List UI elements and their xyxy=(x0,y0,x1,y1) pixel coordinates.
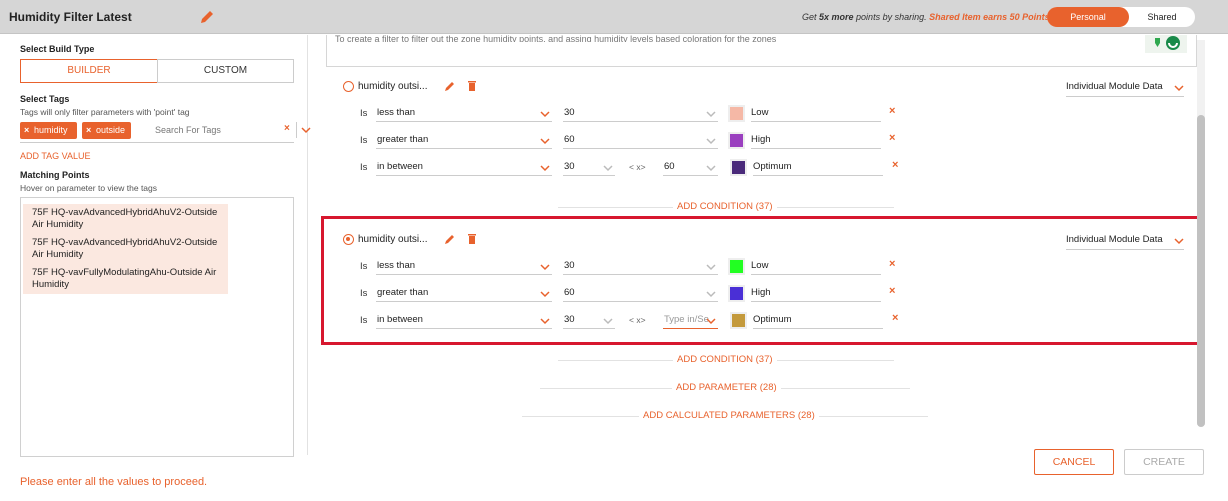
value-text: 30 xyxy=(564,161,575,172)
add-condition-link[interactable]: ADD CONDITION (37) xyxy=(673,354,777,365)
value-text: 60 xyxy=(664,161,675,172)
share-promo-text: Get 5x more points by sharing. Shared It… xyxy=(802,12,1052,22)
tag-search-input[interactable]: Search For Tags xyxy=(155,125,221,135)
tag-chip-humidity[interactable]: × humidity xyxy=(20,122,77,139)
value-text: 60 xyxy=(564,134,575,145)
toggle-shared[interactable]: Shared xyxy=(1129,7,1195,27)
pencil-icon[interactable] xyxy=(444,80,456,92)
group-name: humidity outsi... xyxy=(358,81,428,92)
add-calculated-parameters-link[interactable]: ADD CALCULATED PARAMETERS (28) xyxy=(639,410,819,421)
color-label-input[interactable]: High xyxy=(751,131,881,149)
chevron-down-icon xyxy=(603,165,613,172)
color-swatch[interactable] xyxy=(728,105,745,122)
divider xyxy=(296,122,297,138)
close-icon[interactable]: × xyxy=(24,122,29,139)
chevron-down-icon[interactable] xyxy=(301,125,311,135)
list-item[interactable]: 75F HQ-vavAdvancedHybridAhuV2-Outside Ai… xyxy=(23,204,228,234)
operator-value: greater than xyxy=(377,134,429,145)
select-tags-label: Select Tags xyxy=(20,94,70,104)
share-middle: points by sharing. xyxy=(853,12,930,22)
chevron-down-icon xyxy=(706,138,716,145)
operator-select[interactable]: greater than xyxy=(376,131,552,149)
matching-points-list: 75F HQ-vavAdvancedHybridAhuV2-Outside Ai… xyxy=(20,197,294,457)
scrollbar-thumb[interactable] xyxy=(1197,115,1205,427)
module-select-value: Individual Module Data xyxy=(1066,81,1163,92)
operator-value: in between xyxy=(377,161,423,172)
tag-chip-label: humidity xyxy=(34,125,68,135)
color-label-input[interactable]: Optimum xyxy=(753,158,883,176)
tag-chip-outside[interactable]: × outside xyxy=(82,122,131,139)
remove-condition-icon[interactable]: × xyxy=(889,105,895,117)
points-list: 75F HQ-vavAdvancedHybridAhuV2-Outside Ai… xyxy=(23,204,228,294)
trash-icon[interactable] xyxy=(467,80,477,92)
toggle-personal[interactable]: Personal xyxy=(1047,7,1129,27)
list-item[interactable]: 75F HQ-vavFullyModulatingAhu-Outside Air… xyxy=(23,264,228,294)
cancel-button[interactable]: CANCEL xyxy=(1034,449,1114,475)
condition-row: Is in between 30 < x> 60 Optimum × xyxy=(328,158,1188,178)
color-swatch[interactable] xyxy=(728,132,745,149)
operator-select[interactable]: in between xyxy=(376,158,552,176)
chevron-down-icon xyxy=(540,165,550,172)
operator-value: less than xyxy=(377,107,416,118)
between-separator: < x> xyxy=(629,162,646,172)
visibility-toggle[interactable]: Personal Shared xyxy=(1047,7,1195,27)
group-radio[interactable] xyxy=(343,81,354,92)
chevron-down-icon xyxy=(706,111,716,118)
condition-row: Is less than 30 Low × xyxy=(328,104,1188,124)
left-panel: Select Build Type BUILDER CUSTOM Select … xyxy=(0,35,311,501)
close-icon[interactable]: × xyxy=(86,122,91,139)
add-condition-link[interactable]: ADD CONDITION (37) xyxy=(673,201,777,212)
color-label-input[interactable]: Low xyxy=(751,104,881,122)
filter-group-1: humidity outsi... Individual Module Data… xyxy=(328,79,1188,219)
page-title: Humidity Filter Latest xyxy=(9,10,132,24)
build-type-label: Select Build Type xyxy=(20,44,95,54)
error-message: Please enter all the values to proceed. xyxy=(20,476,208,488)
tag-chip-label: outside xyxy=(96,125,126,135)
remove-condition-icon[interactable]: × xyxy=(892,159,898,171)
value-select[interactable]: 30 xyxy=(563,104,718,122)
grammarly-icon[interactable] xyxy=(1145,35,1187,53)
color-swatch[interactable] xyxy=(730,159,747,176)
value-select[interactable]: 30 xyxy=(563,158,615,176)
tags-hint: Tags will only filter parameters with 'p… xyxy=(20,107,190,117)
module-select[interactable]: Individual Module Data xyxy=(1066,81,1184,97)
chevron-down-icon xyxy=(1174,85,1184,92)
custom-button[interactable]: CUSTOM xyxy=(157,59,294,83)
scrollbar[interactable] xyxy=(1197,40,1205,427)
clear-icon[interactable]: × xyxy=(284,123,290,134)
pencil-icon[interactable] xyxy=(199,9,215,25)
add-parameter-link[interactable]: ADD PARAMETER (28) xyxy=(672,382,781,393)
value-select-2[interactable]: 60 xyxy=(663,158,718,176)
panel-divider xyxy=(307,35,308,455)
matching-points-label: Matching Points xyxy=(20,170,90,180)
share-highlight: Shared Item earns 50 Points. xyxy=(929,12,1053,22)
matching-points-hint: Hover on parameter to view the tags xyxy=(20,183,158,193)
tags-input[interactable]: × humidity × outside Search For Tags × xyxy=(20,121,311,143)
list-item[interactable]: 75F HQ-vavAdvancedHybridAhuV2-Outside Ai… xyxy=(23,234,228,264)
create-button[interactable]: CREATE xyxy=(1124,449,1204,475)
condition-row: Is greater than 60 High × xyxy=(328,131,1188,151)
remove-condition-icon[interactable]: × xyxy=(889,132,895,144)
is-label: Is xyxy=(360,108,368,119)
add-tag-value-link[interactable]: ADD TAG VALUE xyxy=(20,151,91,161)
operator-select[interactable]: less than xyxy=(376,104,552,122)
builder-button[interactable]: BUILDER xyxy=(20,59,158,83)
selected-group-highlight xyxy=(321,216,1200,345)
share-prefix: Get xyxy=(802,12,820,22)
is-label: Is xyxy=(360,162,368,173)
description-box[interactable]: To create a filter to filter out the zon… xyxy=(326,34,1197,67)
chevron-down-icon xyxy=(540,138,550,145)
chevron-down-icon xyxy=(540,111,550,118)
app-header: Humidity Filter Latest Get 5x more point… xyxy=(0,0,1228,34)
is-label: Is xyxy=(360,135,368,146)
value-select[interactable]: 60 xyxy=(563,131,718,149)
value-text: 30 xyxy=(564,107,575,118)
chevron-down-icon xyxy=(706,165,716,172)
share-multiplier: 5x more xyxy=(819,12,854,22)
description-text: To create a filter to filter out the zon… xyxy=(335,34,777,42)
